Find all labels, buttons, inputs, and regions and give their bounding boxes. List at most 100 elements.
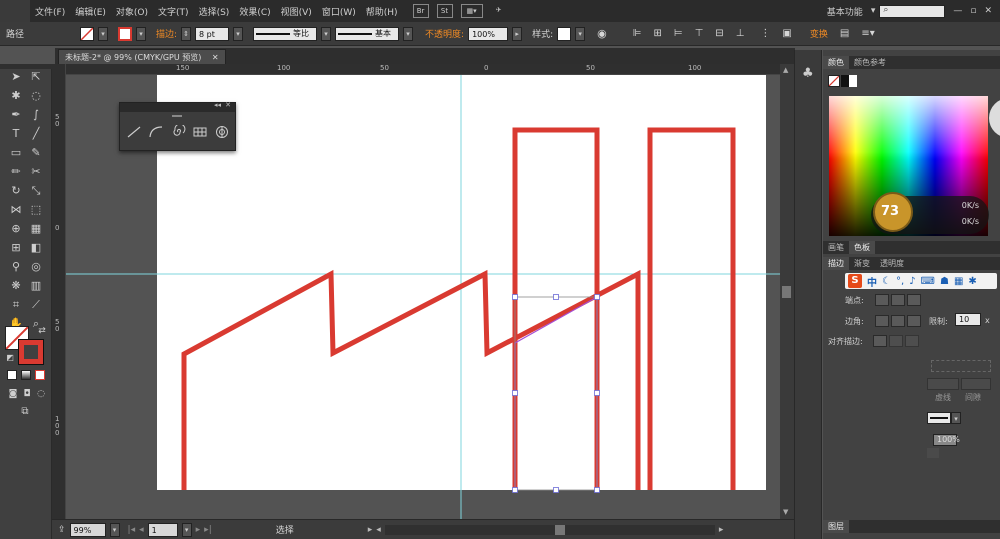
tab-color-guide[interactable]: 颜色参考	[849, 56, 891, 69]
vertical-scrollbar[interactable]: ▲ ▼	[780, 64, 794, 519]
eyedropper-tool-icon[interactable]: ⚲	[8, 259, 24, 275]
share-icon[interactable]: ⇪	[58, 525, 66, 535]
punctuation-icon[interactable]: °,	[896, 276, 904, 287]
stroke-weight-field[interactable]: 8 pt	[195, 26, 230, 41]
lasso-tool-icon[interactable]: ◌	[28, 88, 44, 104]
transform-label[interactable]: 变换	[810, 27, 828, 40]
tab-stroke[interactable]: 描边	[823, 257, 849, 270]
graphic-style-swatch[interactable]	[557, 26, 572, 41]
align-hcenter-icon[interactable]: ⊞	[653, 28, 661, 39]
projecting-cap-button[interactable]	[907, 294, 921, 306]
menu-effect[interactable]: 效果(C)	[234, 5, 275, 18]
align-top-icon[interactable]: ⊤	[695, 28, 704, 39]
selection-bounding-box[interactable]	[514, 296, 598, 491]
scroll-left-icon[interactable]: ◂	[376, 525, 381, 535]
distribute-icon[interactable]: ⋮	[760, 28, 770, 39]
rectangular-grid-tool-icon[interactable]	[192, 125, 208, 139]
wrench-icon[interactable]: ✱	[968, 276, 976, 287]
bbox-handle[interactable]	[594, 390, 600, 396]
line-segment-tool-icon[interactable]	[126, 125, 142, 139]
rotate-tool-icon[interactable]: ↻	[8, 183, 24, 199]
rectangle-tool-icon[interactable]: ▭	[8, 145, 24, 161]
paintbrush-tool-icon[interactable]: ✎	[28, 145, 44, 161]
draw-inside-icon[interactable]: ◌	[33, 386, 49, 402]
toolbox-icon[interactable]: ▦	[954, 276, 963, 287]
stroke-swatch[interactable]	[118, 26, 132, 41]
stroke-color-box[interactable]	[18, 339, 44, 365]
scroll-right-icon[interactable]: ▸	[719, 525, 724, 535]
black-swatch[interactable]	[841, 75, 849, 87]
fill-dropdown[interactable]: ▾	[98, 26, 108, 41]
pen-tool-icon[interactable]: ✒	[8, 107, 24, 123]
bbox-handle[interactable]	[594, 294, 600, 300]
slice-tool-icon[interactable]: ⟋	[28, 297, 44, 313]
artboard-number-field[interactable]: 1	[147, 522, 178, 537]
menu-help[interactable]: 帮助(H)	[361, 5, 403, 18]
artboard-dropdown[interactable]: ▾	[181, 522, 192, 537]
curvature-tool-icon[interactable]: ∫	[28, 107, 44, 123]
perspective-grid-tool-icon[interactable]: ▦	[28, 221, 44, 237]
scroll-up-icon[interactable]: ▲	[783, 66, 788, 74]
bbox-handle[interactable]	[553, 294, 559, 300]
workspace-dropdown-icon[interactable]: ▾	[871, 6, 876, 16]
polar-grid-tool-icon[interactable]	[214, 125, 230, 139]
stroke-stepper[interactable]: ⇕	[181, 26, 192, 41]
spiral-tool-icon[interactable]	[170, 125, 186, 139]
prev-artboard-icon[interactable]: ◂	[139, 525, 144, 535]
tab-swatches[interactable]: 色板	[849, 241, 875, 254]
menu-view[interactable]: 视图(V)	[276, 5, 317, 18]
swap-fill-stroke-icon[interactable]: ⇄	[34, 323, 50, 339]
none-mode-icon[interactable]	[35, 370, 45, 380]
dash-field[interactable]	[927, 378, 959, 390]
hscroll-thumb[interactable]	[554, 524, 565, 535]
fill-swatch[interactable]	[80, 26, 94, 41]
magic-wand-tool-icon[interactable]: ✱	[8, 88, 24, 104]
horizontal-scrollbar[interactable]	[384, 524, 715, 535]
color-mode-icon[interactable]	[7, 370, 17, 380]
align-inside-button[interactable]	[889, 335, 903, 347]
horizontal-ruler[interactable]: 150 100 50 0 50 100	[66, 64, 780, 75]
symbols-panel-icon[interactable]: ♣	[802, 66, 814, 81]
last-artboard-icon[interactable]: ▸|	[204, 525, 212, 535]
status-menu-icon[interactable]: ▸	[368, 525, 373, 535]
brush-dropdown[interactable]: ▾	[403, 26, 414, 41]
dash-preset-1[interactable]	[931, 360, 991, 372]
opacity-field[interactable]: 100%	[468, 26, 509, 41]
selection-tool-icon[interactable]: ➤	[8, 69, 24, 85]
close-tab-icon[interactable]: ✕	[212, 53, 219, 62]
free-transform-tool-icon[interactable]: ⬚	[28, 202, 44, 218]
selected-path-outline[interactable]	[514, 295, 598, 490]
ime-logo-icon[interactable]: S	[848, 274, 862, 288]
skin-icon[interactable]: ☗	[940, 276, 949, 287]
screen-mode-icon[interactable]: ⧉	[17, 404, 33, 420]
gradient-tool-icon[interactable]: ◧	[28, 240, 44, 256]
align-bottom-icon[interactable]: ⊥	[736, 28, 745, 39]
profile-dropdown[interactable]: ▾	[321, 26, 332, 41]
arrow-align-button[interactable]	[927, 448, 939, 458]
grip-icon[interactable]	[172, 115, 182, 117]
minimize-icon[interactable]: —	[953, 6, 962, 16]
menu-edit[interactable]: 编辑(E)	[70, 5, 111, 18]
shape-builder-tool-icon[interactable]: ⊕	[8, 221, 24, 237]
vertical-ruler[interactable]: 5 0 0 5 0 1 0 0	[52, 64, 66, 519]
scissors-tool-icon[interactable]: ✂	[28, 164, 44, 180]
line-tool-icon[interactable]: ╱	[28, 126, 44, 142]
ime-mode-text[interactable]: 中	[867, 274, 877, 289]
stroke-dropdown[interactable]: ▾	[136, 26, 146, 41]
bbox-handle[interactable]	[512, 390, 518, 396]
factory-roof-path[interactable]	[181, 269, 641, 490]
limit-field[interactable]: 10	[955, 313, 981, 326]
stroke-weight-dropdown[interactable]: ▾	[233, 26, 244, 41]
opacity-label[interactable]: 不透明度:	[425, 27, 464, 40]
arrange-documents-icon[interactable]: ▦▾	[460, 4, 483, 18]
isolate-icon[interactable]: ▣	[782, 28, 791, 39]
arrow-scale-field[interactable]: 100%	[933, 434, 960, 446]
chimney-left-path[interactable]	[512, 127, 600, 490]
align-outside-button[interactable]	[905, 335, 919, 347]
round-join-button[interactable]	[891, 315, 905, 327]
align-vcenter-icon[interactable]: ⊟	[715, 28, 723, 39]
align-right-icon[interactable]: ⊨	[674, 28, 683, 39]
tab-gradient[interactable]: 渐变	[849, 257, 875, 270]
scroll-down-icon[interactable]: ▼	[783, 508, 788, 516]
menu-select[interactable]: 选择(S)	[194, 5, 235, 18]
